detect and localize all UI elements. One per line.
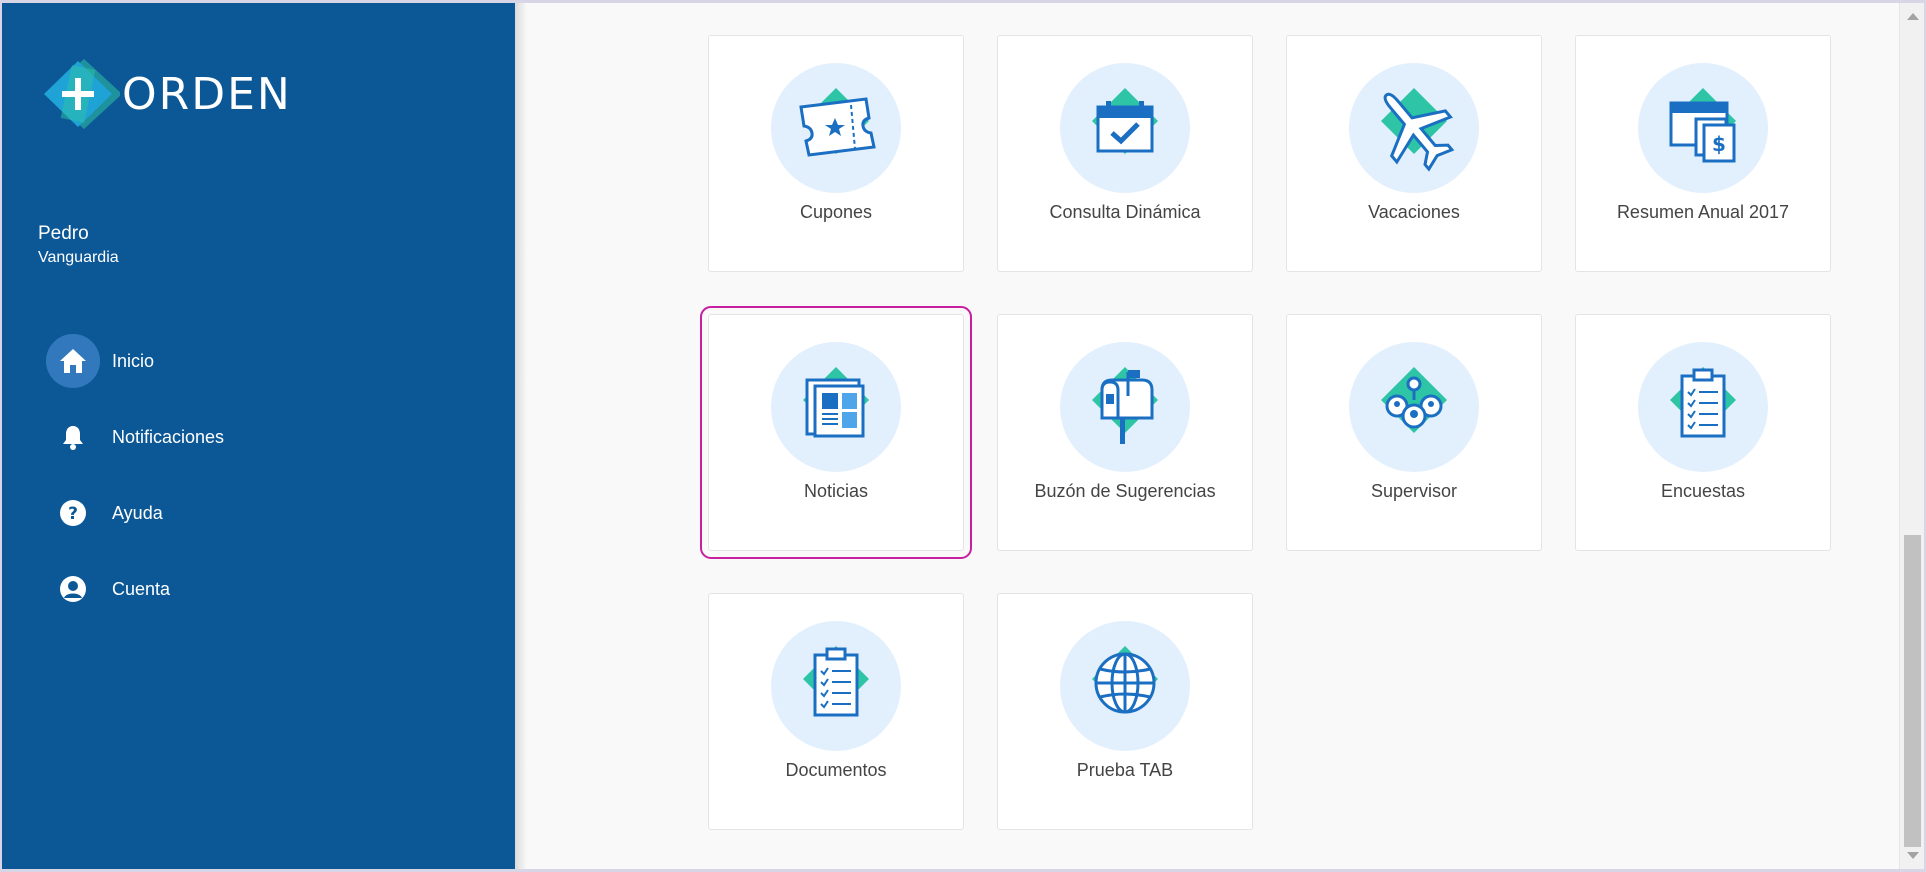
airplane-icon [1349,63,1479,193]
team-icon [1349,342,1479,472]
card-label: Resumen Anual 2017 [1616,202,1790,222]
card-label: Vacaciones [1368,202,1460,222]
bell-icon [46,410,100,464]
svg-text:?: ? [68,504,78,524]
logo: ORDEN [40,57,292,131]
scroll-up-icon[interactable] [1907,13,1919,20]
account-icon [46,562,100,616]
card-prueba-tab[interactable]: Prueba TAB [997,593,1253,830]
card-resumen-anual[interactable]: $ Resumen Anual 2017 [1575,35,1831,272]
svg-text:$: $ [1712,132,1726,156]
card-documentos[interactable]: Documentos [708,593,964,830]
home-icon [46,334,100,388]
card-encuestas[interactable]: Encuestas [1575,314,1831,551]
card-noticias[interactable]: Noticias [700,306,972,559]
globe-icon [1060,621,1190,751]
user-first-name: Pedro [38,223,89,244]
sidebar-shadow [515,3,527,869]
nav-item-cuenta[interactable]: Cuenta [46,551,486,627]
nav-menu: Inicio Notificaciones ? Ayuda Cuenta [46,323,486,627]
mailbox-icon [1060,342,1190,472]
vertical-scrollbar[interactable] [1899,3,1924,869]
scroll-thumb[interactable] [1904,535,1921,847]
card-label: Documentos [785,760,887,780]
user-last-name: Vanguardia [38,249,119,266]
card-label: Buzón de Sugerencias [1034,481,1216,501]
ticket-icon [771,63,901,193]
nav-label-cuenta: Cuenta [112,578,171,599]
card-cupones[interactable]: Cupones [708,35,964,272]
nav-label-notificaciones: Notificaciones [112,426,225,447]
card-label: Encuestas [1660,481,1746,501]
main-content: Cupones Consulta Dinámica Vacaciones $ R… [515,3,1899,869]
card-supervisor[interactable]: Supervisor [1286,314,1542,551]
card-consulta-dinamica[interactable]: Consulta Dinámica [997,35,1253,272]
clipboard-icon [1638,342,1768,472]
logo-plus-icon [40,57,122,131]
user-info: Pedro Vanguardia [38,221,119,269]
nav-label-ayuda: Ayuda [112,502,163,523]
card-label: Noticias [803,481,869,501]
card-label: Prueba TAB [1076,760,1174,780]
newspaper-icon [771,342,901,472]
nav-item-ayuda[interactable]: ? Ayuda [46,475,486,551]
annual-summary-icon: $ [1638,63,1768,193]
documents-icon [771,621,901,751]
nav-item-inicio[interactable]: Inicio [46,323,486,399]
card-vacaciones[interactable]: Vacaciones [1286,35,1542,272]
app-window: ORDEN Pedro Vanguardia Inicio Notificaci… [2,3,1924,869]
card-label: Consulta Dinámica [1049,202,1201,222]
help-icon: ? [46,486,100,540]
scroll-down-icon[interactable] [1907,852,1919,859]
nav-label-inicio: Inicio [112,350,155,371]
nav-item-notificaciones[interactable]: Notificaciones [46,399,486,475]
card-label: Supervisor [1370,481,1458,501]
calendar-check-icon [1060,63,1190,193]
sidebar: ORDEN Pedro Vanguardia Inicio Notificaci… [2,3,515,869]
logo-text: ORDEN [122,68,292,120]
card-buzon-sugerencias[interactable]: Buzón de Sugerencias [997,314,1253,551]
card-label: Cupones [799,202,873,222]
